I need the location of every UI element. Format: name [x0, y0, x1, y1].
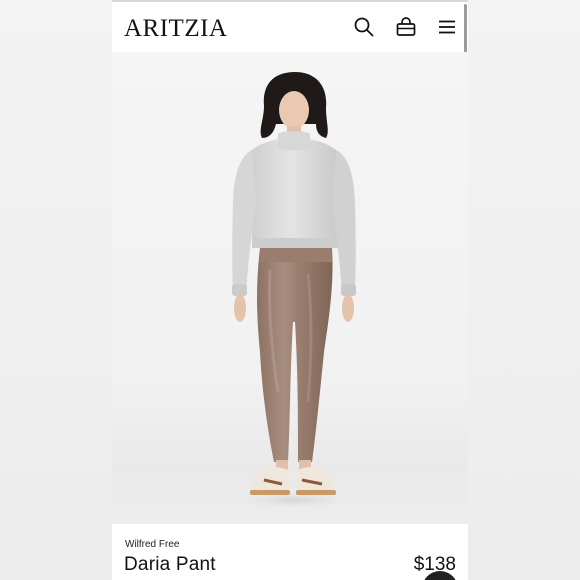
site-header: ARITZIA — [112, 0, 468, 52]
model-illustration — [224, 72, 364, 510]
brand-logo[interactable]: ARITZIA — [124, 15, 227, 43]
product-info: Wilfred Free Daria Pant $138 — [112, 524, 468, 580]
product-image[interactable] — [112, 52, 468, 524]
background-right — [468, 0, 580, 580]
search-icon[interactable] — [353, 16, 375, 38]
mobile-page: ARITZIA Wilfred Free Daria Pant $138 — [112, 0, 468, 580]
product-name[interactable]: Daria Pant — [124, 554, 216, 576]
product-brand[interactable]: Wilfred Free — [125, 539, 179, 550]
menu-icon[interactable] — [436, 16, 458, 38]
background-left — [0, 0, 112, 580]
shopping-bag-icon[interactable] — [395, 16, 417, 38]
